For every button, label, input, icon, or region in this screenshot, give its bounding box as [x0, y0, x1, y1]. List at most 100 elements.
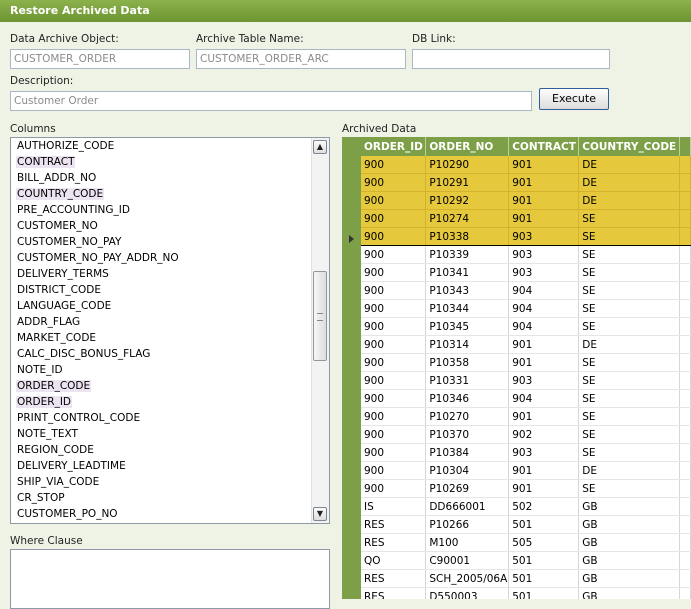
- table-cell[interactable]: SE: [578, 389, 680, 408]
- column-list-item[interactable]: NOTE_TEXT: [11, 426, 311, 442]
- table-cell[interactable]: C90001: [425, 551, 510, 570]
- table-cell[interactable]: 901: [508, 173, 580, 192]
- archive-table-field[interactable]: [196, 49, 406, 69]
- table-cell[interactable]: GB: [578, 569, 680, 588]
- table-row[interactable]: 900 P10338 903 SE: [361, 227, 691, 246]
- column-list-item[interactable]: LANGUAGE_CODE: [11, 298, 311, 314]
- table-cell[interactable]: P10266: [425, 515, 510, 534]
- column-list-item[interactable]: MARKET_CODE: [11, 330, 311, 346]
- table-cell[interactable]: DD666001: [425, 497, 510, 516]
- table-cell[interactable]: 901: [508, 353, 580, 372]
- column-list-item[interactable]: CUSTOMER_NO_PAY_ADDR_NO: [11, 250, 311, 266]
- table-cell[interactable]: RES: [361, 515, 427, 534]
- table-cell[interactable]: 501: [508, 587, 580, 599]
- table-cell[interactable]: 901: [508, 335, 580, 354]
- column-list-item[interactable]: COUNTRY_CODE: [11, 186, 311, 202]
- table-cell[interactable]: 902: [508, 425, 580, 444]
- column-list-item[interactable]: CONTRACT: [11, 154, 311, 170]
- table-cell[interactable]: P10346: [425, 389, 510, 408]
- table-cell[interactable]: RES: [361, 587, 427, 599]
- table-cell[interactable]: DE: [578, 173, 680, 192]
- column-header[interactable]: ORDER_NO: [425, 137, 510, 156]
- table-row[interactable]: 900 P10346 904 SE: [361, 389, 691, 408]
- table-cell[interactable]: DE: [578, 156, 680, 174]
- archive-object-field[interactable]: [10, 49, 190, 69]
- table-cell[interactable]: 501: [508, 569, 580, 588]
- table-row[interactable]: 900 P10269 901 SE: [361, 479, 691, 498]
- table-cell[interactable]: 903: [508, 227, 580, 246]
- table-row[interactable]: 900 P10345 904 SE: [361, 317, 691, 336]
- table-cell[interactable]: P10343: [425, 281, 510, 300]
- table-cell[interactable]: P10292: [425, 191, 510, 210]
- table-cell[interactable]: SE: [578, 443, 680, 462]
- table-cell[interactable]: 904: [508, 281, 580, 300]
- table-cell[interactable]: SCH_2005/06A: [425, 569, 510, 588]
- column-list-item[interactable]: ADDR_FLAG: [11, 314, 311, 330]
- table-row[interactable]: 900 P10270 901 SE: [361, 407, 691, 426]
- column-header[interactable]: CONTRACT: [508, 137, 580, 156]
- table-cell[interactable]: 900: [361, 353, 427, 372]
- table-cell[interactable]: SE: [578, 299, 680, 318]
- table-cell[interactable]: 900: [361, 443, 427, 462]
- table-row[interactable]: 900 P10343 904 SE: [361, 281, 691, 300]
- table-cell[interactable]: P10345: [425, 317, 510, 336]
- table-cell[interactable]: 900: [361, 245, 427, 264]
- table-cell[interactable]: QO: [361, 551, 427, 570]
- table-row[interactable]: IS DD666001 502 GB: [361, 497, 691, 516]
- table-cell[interactable]: SE: [578, 425, 680, 444]
- columns-list[interactable]: AUTHORIZE_CODE CONTRACT BILL_ADDR_NO COUNTR…: [10, 137, 330, 524]
- table-cell[interactable]: SE: [578, 245, 680, 264]
- column-list-item[interactable]: PRE_ACCOUNTING_ID: [11, 202, 311, 218]
- table-cell[interactable]: SE: [578, 227, 680, 246]
- table-cell[interactable]: 901: [508, 156, 580, 174]
- column-list-item[interactable]: DISTRICT_CODE: [11, 282, 311, 298]
- table-cell[interactable]: 900: [361, 263, 427, 282]
- table-row[interactable]: RES D550003 501 GB: [361, 587, 691, 599]
- table-cell[interactable]: 505: [508, 533, 580, 552]
- table-cell[interactable]: P10339: [425, 245, 510, 264]
- table-cell[interactable]: 900: [361, 156, 427, 174]
- table-row[interactable]: 900 P10304 901 DE: [361, 461, 691, 480]
- column-list-item[interactable]: NOTE_ID: [11, 362, 311, 378]
- table-cell[interactable]: P10338: [425, 227, 510, 246]
- table-cell[interactable]: GB: [578, 515, 680, 534]
- table-row[interactable]: 900 P10344 904 SE: [361, 299, 691, 318]
- table-cell[interactable]: 900: [361, 389, 427, 408]
- columns-scrollbar[interactable]: ▲ ▼: [311, 138, 329, 523]
- table-cell[interactable]: SE: [578, 371, 680, 390]
- column-list-item[interactable]: ORDER_CODE: [11, 378, 311, 394]
- table-row[interactable]: 900 P10384 903 SE: [361, 443, 691, 462]
- table-cell[interactable]: 900: [361, 227, 427, 246]
- table-row[interactable]: 900 P10339 903 SE: [361, 245, 691, 264]
- column-list-item[interactable]: AUTHORIZE_CODE: [11, 138, 311, 154]
- table-row[interactable]: 900 P10331 903 SE: [361, 371, 691, 390]
- table-cell[interactable]: GB: [578, 497, 680, 516]
- table-cell[interactable]: P10274: [425, 209, 510, 228]
- table-cell[interactable]: 901: [508, 461, 580, 480]
- table-cell[interactable]: P10331: [425, 371, 510, 390]
- table-row[interactable]: 900 P10292 901 DE: [361, 191, 691, 210]
- table-cell[interactable]: P10370: [425, 425, 510, 444]
- table-cell[interactable]: 900: [361, 299, 427, 318]
- table-cell[interactable]: P10358: [425, 353, 510, 372]
- table-cell[interactable]: 901: [508, 479, 580, 498]
- table-cell[interactable]: 900: [361, 281, 427, 300]
- table-cell[interactable]: DE: [578, 191, 680, 210]
- archived-data-grid[interactable]: ORDER_ID ORDER_NO CONTRACT COUNTRY_CODE 900…: [342, 137, 691, 599]
- table-cell[interactable]: 903: [508, 263, 580, 282]
- table-row[interactable]: RES SCH_2005/06A 501 GB: [361, 569, 691, 588]
- table-cell[interactable]: 501: [508, 551, 580, 570]
- table-cell[interactable]: IS: [361, 497, 427, 516]
- table-cell[interactable]: 901: [508, 407, 580, 426]
- table-cell[interactable]: 900: [361, 335, 427, 354]
- table-cell[interactable]: M100: [425, 533, 510, 552]
- table-cell[interactable]: P10384: [425, 443, 510, 462]
- table-row[interactable]: 900 P10341 903 SE: [361, 263, 691, 282]
- table-cell[interactable]: 501: [508, 515, 580, 534]
- table-cell[interactable]: 904: [508, 317, 580, 336]
- table-cell[interactable]: P10270: [425, 407, 510, 426]
- column-list-item[interactable]: BILL_ADDR_NO: [11, 170, 311, 186]
- table-cell[interactable]: 900: [361, 425, 427, 444]
- table-cell[interactable]: 903: [508, 443, 580, 462]
- execute-button[interactable]: Execute: [539, 88, 609, 110]
